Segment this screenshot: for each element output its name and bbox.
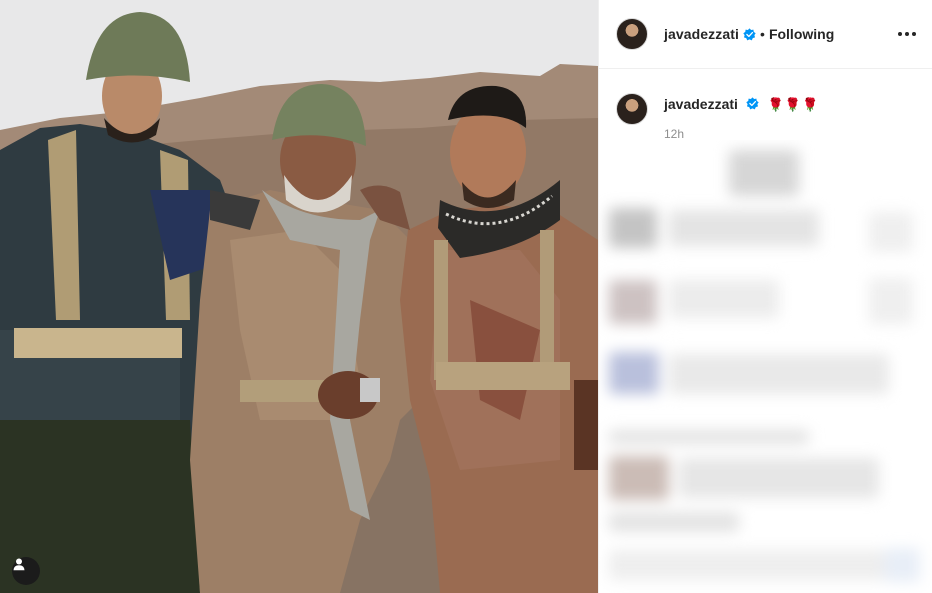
caption-username[interactable]: javadezzati [664,96,738,112]
post-photo[interactable] [0,0,598,593]
comments-blurred [599,140,932,593]
post-timestamp[interactable]: 12h [664,127,819,141]
following-button[interactable]: Following [769,26,834,42]
post-header: javadezzati • Following [599,0,932,69]
post-image [0,0,598,593]
caption-avatar[interactable] [616,93,648,125]
user-tag-button[interactable] [12,557,40,585]
user-tag-icon [13,558,25,571]
avatar[interactable] [616,18,648,50]
verified-badge-icon [746,97,759,110]
more-options-icon [898,32,902,36]
caption-text: 🌹🌹🌹 [767,97,820,112]
header-username[interactable]: javadezzati [664,26,739,42]
post-side-panel: javadezzati • Following javadezzati 🌹🌹🌹 … [598,0,932,593]
header-separator: • [760,26,765,42]
caption: javadezzati 🌹🌹🌹 12h [599,69,932,141]
more-options-button[interactable] [898,26,916,42]
verified-badge-icon [743,27,756,40]
